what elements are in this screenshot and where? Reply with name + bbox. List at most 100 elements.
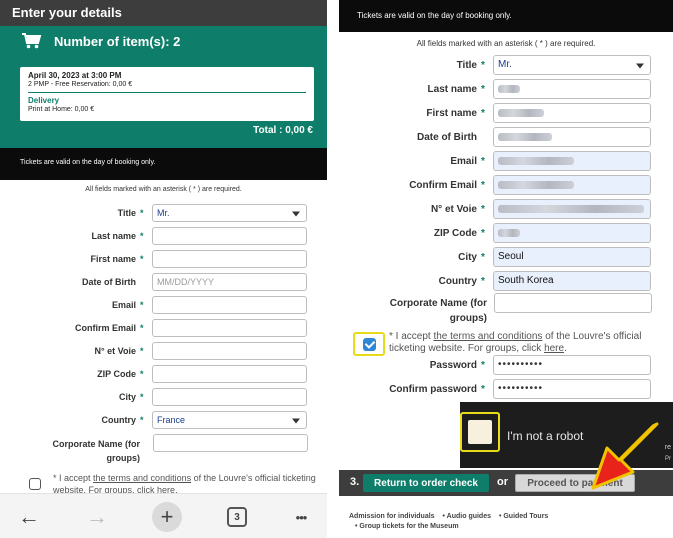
redacted-value <box>498 181 574 189</box>
first-name-input[interactable] <box>493 103 651 123</box>
redacted-value <box>498 229 520 237</box>
dob-label: Date of Birth <box>417 131 477 143</box>
city-row: City * <box>0 387 307 407</box>
required-notice: All fields marked with an asterisk ( * )… <box>416 39 596 48</box>
forward-arrow-icon[interactable]: → <box>82 502 112 532</box>
footer-link-tours[interactable]: • Guided Tours <box>499 513 548 520</box>
password-input[interactable]: •••••••••• <box>493 355 651 375</box>
zip-input[interactable] <box>493 223 651 243</box>
terms-link[interactable]: the terms and conditions <box>433 331 542 342</box>
zip-label: ZIP Code <box>433 227 477 239</box>
street-input[interactable] <box>493 199 651 219</box>
new-tab-button[interactable]: + <box>152 502 182 532</box>
street-input[interactable] <box>152 342 307 360</box>
terms-checkbox[interactable] <box>29 478 41 490</box>
first-name-label: First name <box>426 107 477 119</box>
redacted-value <box>498 133 552 141</box>
last-name-input[interactable] <box>152 227 307 245</box>
item-count: Number of item(s): 2 <box>54 33 181 49</box>
corporate-name-input[interactable] <box>153 434 308 452</box>
country-select[interactable]: France <box>152 411 307 429</box>
confirm-password-label: Confirm password <box>389 383 477 395</box>
red-arrow-icon <box>591 422 659 490</box>
recaptcha-privacy-text: Pr <box>665 456 671 462</box>
confirm-password-input[interactable]: •••••••••• <box>493 379 651 399</box>
more-menu-icon[interactable]: ••• <box>286 502 316 532</box>
city-input[interactable] <box>152 388 307 406</box>
confirm-email-input[interactable] <box>493 175 651 195</box>
back-arrow-icon[interactable]: ← <box>14 502 44 532</box>
country-row: Country * France <box>0 410 307 430</box>
card-divider <box>28 92 306 93</box>
footer-link-groups[interactable]: • Group tickets for the Museum <box>349 522 669 532</box>
confirm-email-row: Confirm Email * <box>0 318 307 338</box>
tab-count-icon: 3 <box>227 507 247 527</box>
title-row: Title * Mr. <box>339 54 651 76</box>
left-screenshot: Enter your details Number of item(s): 2 … <box>0 0 327 538</box>
browser-nav-bar: ← → + 3 ••• <box>0 493 327 538</box>
required-asterisk: * <box>140 208 144 218</box>
first-name-row: First name * <box>0 249 307 269</box>
zip-input[interactable] <box>152 365 307 383</box>
country-label: Country <box>101 415 137 425</box>
country-label: Country <box>438 275 477 287</box>
groups-here-link[interactable]: here <box>544 343 564 354</box>
title-select[interactable]: Mr. <box>493 55 651 75</box>
dob-row: Date of Birth* <box>0 272 307 292</box>
dob-input[interactable] <box>152 273 307 291</box>
street-row: N° et Voie * <box>0 341 307 361</box>
city-label: City <box>458 251 477 263</box>
terms-text: * I accept the terms and conditions of t… <box>389 331 642 354</box>
city-row: City * Seoul <box>339 246 651 268</box>
tickets-notice: Tickets are valid on the day of booking … <box>0 148 327 180</box>
email-input[interactable] <box>493 151 651 171</box>
footer-link-audio[interactable]: • Audio guides <box>443 513 491 520</box>
password-row: Password * •••••••••• <box>339 354 651 376</box>
country-select[interactable]: South Korea <box>493 271 651 291</box>
confirm-password-row: Confirm password * •••••••••• <box>339 378 651 400</box>
terms-checkbox[interactable] <box>363 338 376 351</box>
corporate-name-label: Corporate Name (for groups) <box>52 439 140 463</box>
first-name-input[interactable] <box>152 250 307 268</box>
city-label: City <box>118 392 136 402</box>
email-row: Email * <box>0 295 307 315</box>
delivery-heading: Delivery <box>28 96 60 105</box>
right-screenshot: Tickets are valid on the day of booking … <box>339 0 673 538</box>
step-number: 3. <box>350 476 360 488</box>
email-label: Email <box>111 300 136 310</box>
email-input[interactable] <box>152 296 307 314</box>
return-to-order-check-button[interactable]: Return to order check <box>363 474 489 492</box>
captcha-checkbox[interactable] <box>468 420 492 444</box>
redacted-value <box>498 157 574 165</box>
confirm-email-input[interactable] <box>152 319 307 337</box>
redacted-value <box>498 85 520 93</box>
title-select[interactable]: Mr. <box>152 204 307 222</box>
zip-row: ZIP Code * <box>339 222 651 244</box>
last-name-label: Last name <box>91 231 136 241</box>
last-name-row: Last name * <box>339 78 651 100</box>
street-row: N° et Voie * <box>339 198 651 220</box>
terms-link[interactable]: the terms and conditions <box>93 473 191 483</box>
zip-label: ZIP Code <box>97 369 136 379</box>
first-name-label: First name <box>90 254 136 264</box>
city-input[interactable]: Seoul <box>493 247 651 267</box>
corporate-name-label: Corporate Name (for groups) <box>389 298 487 324</box>
delivery-line: Print at Home: 0,00 € <box>28 106 95 113</box>
street-label: N° et Voie <box>94 346 136 356</box>
chevron-down-icon <box>292 418 300 424</box>
corporate-name-input[interactable] <box>494 293 652 313</box>
tabs-button[interactable]: 3 <box>222 502 252 532</box>
chevron-down-icon <box>636 63 644 69</box>
last-name-input[interactable] <box>493 79 651 99</box>
dob-input[interactable] <box>493 127 651 147</box>
captcha-highlight <box>460 412 500 452</box>
terms-checkbox-highlight <box>353 332 385 356</box>
footer-link-admission[interactable]: Admission for individuals <box>349 513 435 520</box>
plus-icon: + <box>152 502 182 532</box>
chevron-down-icon <box>292 211 300 217</box>
recaptcha-logo-text: re <box>664 444 671 451</box>
first-name-row: First name * <box>339 102 651 124</box>
dob-row: Date of Birth* <box>339 126 651 148</box>
title-label: Title <box>117 208 136 218</box>
page-title: Enter your details <box>0 0 327 26</box>
